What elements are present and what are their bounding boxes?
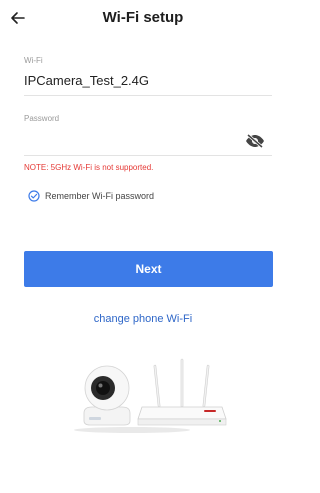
- password-label: Password: [24, 114, 60, 123]
- header-bar: Wi-Fi setup: [0, 0, 286, 36]
- change-phone-wifi-link[interactable]: change phone Wi-Fi: [0, 313, 286, 325]
- wifi-band-note: NOTE: 5GHz Wi-Fi is not supported.: [24, 163, 154, 172]
- wifi-name-field[interactable]: IPCamera_Test_2.4G: [24, 73, 149, 88]
- wifi-field-divider: [24, 95, 272, 96]
- password-field[interactable]: [24, 133, 234, 149]
- next-button[interactable]: Next: [24, 251, 273, 287]
- password-field-divider: [24, 155, 272, 156]
- password-visibility-toggle[interactable]: [244, 133, 266, 149]
- remember-password-label: Remember Wi-Fi password: [45, 191, 155, 201]
- camera-router-illustration: [74, 358, 227, 433]
- page-title: Wi-Fi setup: [102, 9, 184, 26]
- eye-off-icon: [246, 133, 264, 149]
- wifi-label: Wi-Fi: [24, 56, 43, 65]
- check-circle-icon: [28, 190, 40, 202]
- remember-password-checkbox[interactable]: Remember Wi-Fi password: [28, 190, 154, 202]
